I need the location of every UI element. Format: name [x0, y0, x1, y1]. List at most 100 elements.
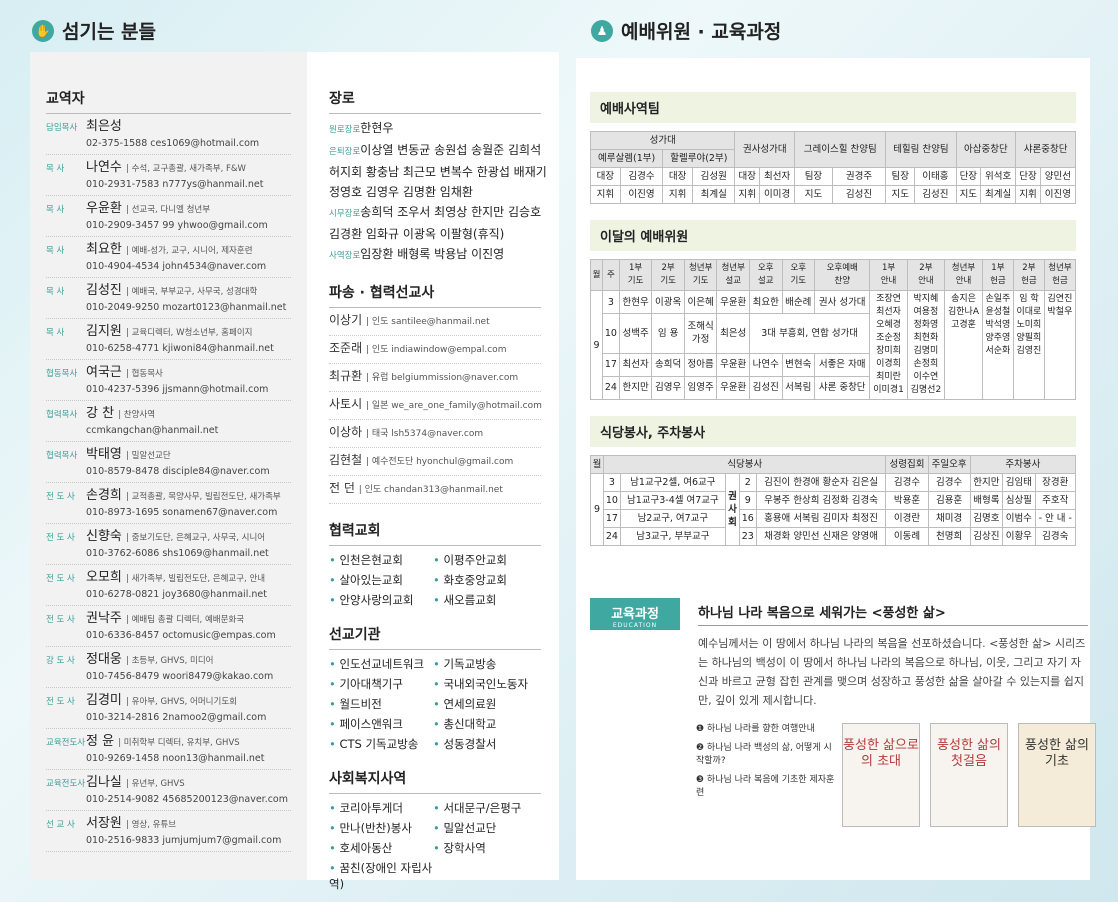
minister-line: 강 도 사 정대웅 | 초등부, GHVS, 미디어: [46, 652, 291, 669]
agency-item: 월드비전: [329, 696, 433, 712]
elder-role: 원로장로: [329, 125, 361, 135]
minister-contact: 010-2909-3457 99 yhwoo@gmail.com: [86, 220, 268, 231]
education-steps: ❶ 하나님 나라를 향한 여행안내 ❷ 하나님 나라 백성의 삶, 어떻게 시작할…: [696, 723, 836, 806]
education-paragraph: 예수님께서는 이 땅에서 하나님 나라의 복음을 선포하셨습니다. <풍성한 삶…: [698, 637, 1086, 707]
minister-name: 강 찬: [86, 406, 119, 421]
table-cell: 17: [603, 509, 621, 528]
table-cell: 최선자: [759, 167, 796, 186]
table-cell: 최은성: [716, 313, 750, 354]
right-page-title: ♟ 예배위원 · 교육과정: [591, 17, 781, 44]
minister-line: 목 사 최요한 | 예배-성가, 교구, 시니어, 제자훈련: [46, 242, 291, 259]
table-header: 주: [602, 259, 620, 291]
table-row: 성가대 권사성가대 그레이스힐 찬양팀 테힐림 찬양팀 아삽중창단 샤론중창단: [589, 131, 1076, 168]
table-cell: 권사 성가대: [814, 289, 871, 315]
table-cell: 우윤환: [716, 375, 750, 401]
minister-role: 선 교 사: [46, 820, 75, 830]
table-cell: 최계실: [691, 185, 736, 204]
minister-contact: 010-2516-9833 jumjumjum7@gmail.com: [86, 835, 282, 846]
table-cell: 조해식 가정: [683, 313, 718, 354]
table-cell: 지도: [885, 185, 916, 204]
table-cell: 10: [602, 313, 620, 354]
table-row: 10 남1교구3-4셀 여7교구 9 우봉주 한상희 김정화 김경숙 박용훈 김용훈 배형록…: [591, 491, 1077, 510]
agency-item: CTS 기독교방송: [329, 736, 433, 752]
table-cell: 김성원: [691, 167, 736, 186]
minister-name: 권낙주: [86, 611, 127, 626]
minister-name: 최요한: [86, 242, 127, 257]
book-title-1: 풍성한 삶으로의 초대: [843, 738, 919, 769]
minister-desc: | 예배팀 총괄 디렉터, 예배문화국: [126, 615, 245, 625]
elder-names: 한현우: [360, 121, 394, 135]
missionary-region: | 예수전도단: [365, 457, 417, 467]
church-item: 새오름교회: [433, 592, 541, 608]
church-item: 살아있는교회: [329, 572, 433, 588]
minister-desc: | 초등부, GHVS, 미디어: [126, 656, 214, 666]
table-cell: 위석호: [980, 167, 1017, 186]
left-page-title: ✋ 섬기는 분들: [32, 17, 156, 44]
missionary-row: 김현철 | 예수전도단 hyonchul@gmail.com: [329, 448, 541, 476]
agency-item: 기아대책기구: [329, 676, 433, 692]
table-cell: 팀장: [794, 167, 833, 186]
missionary-region: | 태국: [365, 429, 392, 439]
table-cell: 최계실: [980, 185, 1017, 204]
minister-line: 협동목사 여국근 | 협동목사: [46, 365, 291, 382]
minister-role: 협력목사: [46, 410, 78, 420]
table-cell: 송지은 김한나A 고경훈: [944, 290, 983, 400]
minister-entry: 목 사 나연수 | 수석, 교구총괄, 새가족부, F&W 010-2931-758…: [46, 155, 291, 196]
minister-desc: | 밀알선교단: [126, 451, 171, 461]
table-cell: 지휘: [590, 185, 621, 204]
table-header: 오후 기도: [781, 259, 816, 291]
table-row: 9 3 남1교구2셀, 여6교구 권사회 2 김진이 한경애 황순자 김은실 김경수 김경수 한…: [589, 473, 1077, 546]
table-cell: 김경수: [885, 473, 929, 492]
minister-contact: ccmkangchan@hanmail.net: [86, 425, 219, 436]
table-cell: 배순례: [781, 289, 816, 315]
education-step: ❷ 하나님 나라 백성의 삶, 어떻게 시작할까?: [696, 743, 832, 766]
agencies-heading: 선교기관: [329, 624, 541, 650]
table-cell: 3: [603, 473, 621, 492]
table-row: 17 남2교구, 여7교구 16 홍용애 서복림 김미자 최정진 이경란 채미경 김명호 이범…: [591, 509, 1077, 528]
table-header: 성령집회: [885, 455, 929, 474]
minister-line: 전 도 사 오모희 | 새가족부, 빌립전도단, 은혜교구, 안내: [46, 570, 291, 587]
minister-desc: | 영상, 유튜브: [126, 820, 177, 830]
missionary-name: 사토시: [329, 397, 366, 411]
minister-entry: 선 교 사 서장원 | 영상, 유튜브 010-2516-9833 jumjumju…: [46, 811, 291, 852]
minister-contact: 010-2514-9082 45685200123@naver.com: [86, 794, 289, 805]
minister-entry: 전 도 사 김경미 | 유아부, GHVS, 어머니기도회 010-3214-281…: [46, 688, 291, 729]
agency-item: 총신대학교: [433, 716, 541, 732]
minister-entry: 강 도 사 정대웅 | 초등부, GHVS, 미디어 010-7456-8479 w…: [46, 647, 291, 688]
table-header: 청년부 기도: [683, 259, 718, 291]
kitchen-parking-table: 월 식당봉사 성령집회 주일오후 주차봉사 9 3 남1교구2셀, 여6교구 권사회 2 김진이 한…: [589, 455, 1077, 546]
table-header: 오후예배 찬양: [814, 259, 871, 291]
table-header: 월: [589, 455, 605, 474]
table-header: 주일오후: [927, 455, 971, 474]
minister-contact: 010-3762-6086 shs1069@hanmail.net: [86, 548, 269, 559]
table-cell: 박지혜 여용정 정화영 최현화 김명미 손정희 이수연 김명선2: [906, 290, 946, 400]
service-team-table: 성가대 권사성가대 그레이스힐 찬양팀 테힐림 찬양팀 아삽중창단 샤론중창단 예루살렘(1…: [589, 131, 1077, 204]
table-header: 성가대: [589, 131, 736, 150]
table-cell: 이은혜: [683, 289, 718, 315]
table-cell: 김성진: [831, 185, 887, 204]
table-cell: 김영우: [651, 375, 685, 401]
table-cell: 채미경: [927, 509, 971, 528]
minister-entry: 목 사 김성진 | 예배국, 부부교구, 사무국, 성경대학 010-2049-92…: [46, 278, 291, 319]
book-title-3: 풍성한 삶의 기초: [1025, 738, 1089, 769]
table-cell: 채경화 양민선 신재은 양영애: [755, 527, 887, 546]
agency-item: 기독교방송: [433, 656, 541, 672]
table-cell: 서좋은 자매: [814, 352, 871, 377]
minister-line: 전 도 사 김경미 | 유아부, GHVS, 어머니기도회: [46, 693, 291, 710]
missionary-region: | 인도: [358, 485, 385, 495]
minister-entry: 전 도 사 권낙주 | 예배팀 총괄 디렉터, 예배문화국 010-6336-845…: [46, 606, 291, 647]
minister-line: 담임목사 최은성: [46, 119, 291, 136]
book-cover-2: 풍성한 삶의 첫걸음: [930, 723, 1008, 827]
table-header: 오후 설교: [748, 259, 783, 291]
table-cell: 23: [738, 527, 757, 546]
missionary-email: santilee@hanmail.net: [391, 317, 490, 327]
table-cell: 변현숙: [781, 352, 816, 377]
minister-entry: 전 도 사 신향숙 | 중보기도단, 은혜교구, 사무국, 시니어 010-3762…: [46, 524, 291, 565]
table-header: 1부 기도: [618, 259, 653, 291]
middle-panel: 장로 원로장로한현우 은퇴장로이상열 변동균 송원섭 송월준 김희석 허지회 황충남…: [307, 52, 559, 891]
minister-name: 오모희: [86, 570, 127, 585]
table-cell: 단장: [955, 167, 982, 186]
table-cell: 최요한: [748, 289, 783, 315]
table-cell: 김용훈: [927, 491, 971, 510]
table-cell: 9: [738, 491, 757, 510]
